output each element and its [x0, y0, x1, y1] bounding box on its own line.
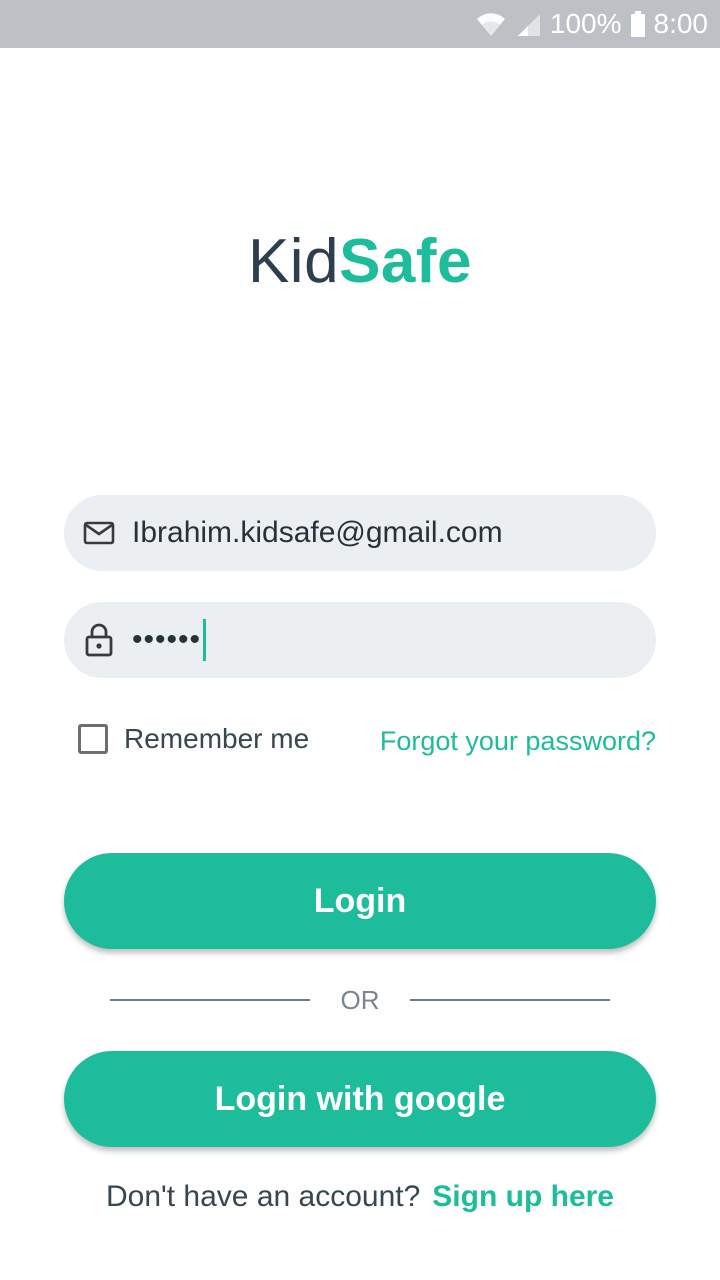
or-divider: OR: [110, 985, 610, 1015]
login-button[interactable]: Login: [64, 853, 656, 949]
battery-icon: [630, 10, 646, 38]
login-screen: 100% 8:00 KidSafe Ibrahim.kidsafe@gmail.…: [0, 0, 720, 1280]
password-value: ••••••: [132, 623, 202, 656]
forgot-password-link[interactable]: Forgot your password?: [380, 726, 656, 757]
signup-question: Don't have an account?: [106, 1180, 421, 1213]
divider-line-left: [110, 999, 310, 1001]
password-field[interactable]: ••••••: [64, 602, 656, 678]
divider-line-right: [410, 999, 610, 1001]
app-logo: KidSafe: [0, 222, 720, 302]
clock: 8:00: [653, 8, 709, 39]
logo-kid: Kid: [247, 227, 340, 296]
battery-percent: 100%: [549, 8, 622, 39]
sign-up-link[interactable]: Sign up here: [432, 1180, 614, 1213]
or-label: OR: [340, 984, 380, 1015]
remember-me[interactable]: Remember me: [78, 723, 309, 755]
logo-safe: Safe: [339, 227, 473, 296]
google-login-button[interactable]: Login with google: [64, 1051, 656, 1147]
mail-icon: [82, 516, 116, 550]
text-cursor: [203, 619, 207, 661]
email-field[interactable]: Ibrahim.kidsafe@gmail.com: [64, 495, 656, 571]
remember-checkbox[interactable]: [78, 724, 108, 754]
remember-label: Remember me: [124, 723, 310, 754]
signup-prompt: Don't have an account? Sign up here: [0, 1180, 720, 1214]
wifi-icon: [474, 10, 508, 38]
status-bar: 100% 8:00: [0, 0, 720, 48]
lock-icon: [82, 623, 116, 657]
signal-icon: [516, 10, 542, 38]
email-value: Ibrahim.kidsafe@gmail.com: [132, 516, 503, 549]
